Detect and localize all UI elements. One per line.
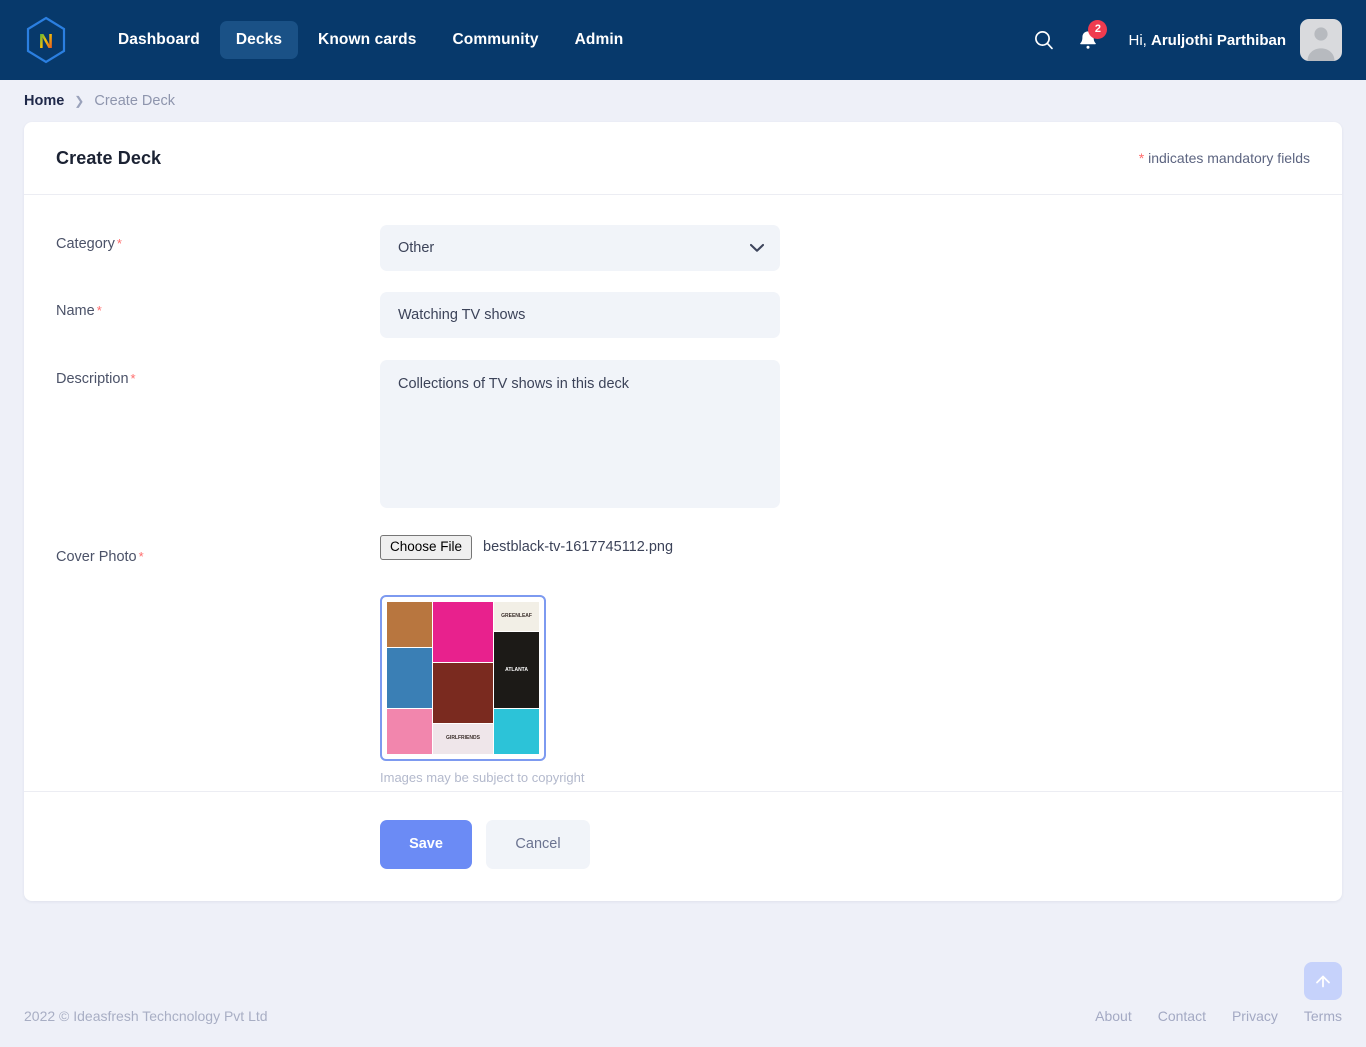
choose-file-button[interactable]: Choose File	[380, 535, 473, 560]
label-cover-photo: Cover Photo *	[56, 535, 380, 565]
header-right-cluster: 2 Hi, Aruljothi Parthiban	[1022, 18, 1342, 62]
selected-file-name: bestblack-tv-1617745112.png	[483, 539, 674, 556]
breadcrumb-current: Create Deck	[94, 93, 175, 109]
notification-badge: 2	[1088, 20, 1108, 39]
collage-tile	[387, 708, 432, 754]
control-cover-photo: Choose File bestblack-tv-1617745112.png …	[380, 535, 1020, 785]
card-footer-actions: Save Cancel	[24, 790, 1342, 901]
save-button[interactable]: Save	[380, 819, 472, 869]
label-name: Name *	[56, 292, 380, 319]
required-asterisk-description: *	[130, 371, 136, 386]
field-row-name: Name *	[56, 292, 1310, 338]
arrow-up-icon	[1316, 975, 1330, 988]
user-greeting: Hi, Aruljothi Parthiban	[1128, 32, 1286, 49]
user-name: Aruljothi Parthiban	[1151, 31, 1286, 49]
app-header: N Dashboard Decks Known cards Community …	[0, 0, 1366, 80]
collage-tile	[387, 647, 432, 708]
breadcrumb: Home ❯ Create Deck	[0, 80, 1366, 122]
notifications-button[interactable]: 2	[1066, 18, 1110, 62]
label-description: Description *	[56, 360, 380, 387]
cover-photo-preview[interactable]: GREENLEAF ATLANTA GIRLFRIENDS	[380, 594, 546, 761]
mandatory-fields-note: * indicates mandatory fields	[1139, 150, 1310, 166]
required-asterisk-category: *	[116, 236, 122, 251]
nav-item-dashboard[interactable]: Dashboard	[102, 21, 216, 59]
footer-copyright: 2022 © Ideasfresh Techcnology Pvt Ltd	[24, 1007, 268, 1024]
file-input-row: Choose File bestblack-tv-1617745112.png	[380, 535, 1020, 560]
search-button[interactable]	[1022, 18, 1066, 62]
control-name	[380, 292, 780, 338]
copyright-note: Images may be subject to copyright	[380, 769, 585, 785]
breadcrumb-home[interactable]: Home	[24, 93, 64, 109]
collage-tile	[494, 708, 539, 754]
field-row-cover-photo: Cover Photo * Choose File bestblack-tv-16…	[56, 535, 1310, 785]
label-name-text: Name	[56, 303, 95, 319]
mandatory-note-text: indicates mandatory fields	[1148, 150, 1310, 166]
control-description	[380, 360, 780, 513]
nav-item-known-cards[interactable]: Known cards	[302, 21, 432, 59]
avatar[interactable]	[1300, 19, 1342, 61]
footer-link-about[interactable]: About	[1095, 1008, 1132, 1024]
poster-collage-image: GREENLEAF ATLANTA GIRLFRIENDS	[387, 601, 539, 754]
label-description-text: Description	[56, 371, 129, 387]
create-deck-card: Create Deck * indicates mandatory fields…	[24, 122, 1342, 901]
card-body: Category * Other Name * Watching TV show…	[24, 195, 1342, 791]
card-header: Create Deck * indicates mandatory fields	[24, 122, 1342, 195]
mandatory-asterisk-icon: *	[1138, 150, 1145, 166]
label-category-text: Category	[56, 236, 115, 252]
collage-tile	[432, 601, 494, 663]
greeting-prefix: Hi,	[1128, 31, 1147, 49]
hexagon-n-logo-icon: N	[26, 16, 66, 64]
page-footer: 2022 © Ideasfresh Techcnology Pvt Ltd Ab…	[0, 984, 1366, 1047]
footer-links: About Contact Privacy Terms	[1095, 1008, 1342, 1024]
footer-link-contact[interactable]: Contact	[1158, 1008, 1206, 1024]
breadcrumb-separator-icon: ❯	[74, 94, 85, 108]
collage-tile: GIRLFRIENDS	[432, 724, 494, 754]
nav-item-admin[interactable]: Admin	[559, 21, 640, 59]
label-category: Category *	[56, 225, 380, 252]
main-navigation: Dashboard Decks Known cards Community Ad…	[102, 21, 639, 59]
required-asterisk-name: *	[96, 303, 102, 318]
required-asterisk-cover-photo: *	[138, 549, 144, 564]
collage-tile	[432, 663, 494, 724]
scroll-to-top-button[interactable]	[1304, 962, 1342, 1000]
nav-item-decks[interactable]: Decks	[219, 21, 299, 59]
category-select[interactable]: Other	[380, 225, 780, 271]
cancel-button[interactable]: Cancel	[486, 819, 590, 869]
collage-tile: GREENLEAF	[494, 601, 539, 632]
collage-tile	[387, 601, 432, 647]
name-input[interactable]	[380, 292, 780, 338]
nav-item-community[interactable]: Community	[436, 21, 554, 59]
footer-link-privacy[interactable]: Privacy	[1232, 1008, 1278, 1024]
field-row-description: Description *	[56, 360, 1310, 513]
label-cover-photo-text: Cover Photo	[56, 549, 137, 565]
page-title: Create Deck	[56, 147, 162, 168]
collage-tile: ATLANTA	[494, 632, 539, 708]
field-row-category: Category * Other	[56, 225, 1310, 271]
search-icon	[1035, 31, 1054, 50]
app-logo[interactable]: N	[18, 12, 74, 68]
description-textarea[interactable]	[380, 360, 780, 508]
user-avatar-icon	[1307, 27, 1335, 61]
svg-text:N: N	[39, 31, 53, 53]
control-category: Other	[380, 225, 780, 271]
footer-link-terms[interactable]: Terms	[1304, 1008, 1342, 1024]
